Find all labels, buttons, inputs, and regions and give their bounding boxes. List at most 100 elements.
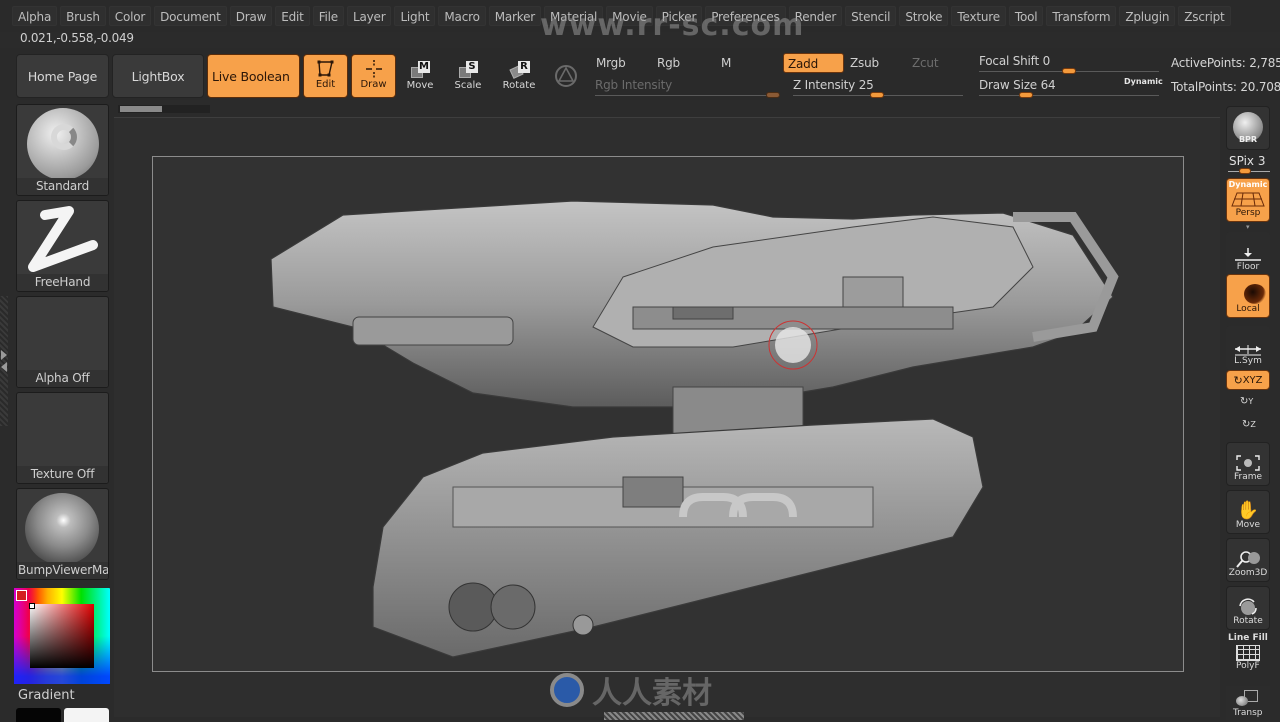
menu-draw[interactable]: Draw — [229, 6, 273, 26]
perspective-grid-icon — [1231, 192, 1265, 207]
spaceship-model[interactable] — [153, 157, 1185, 673]
persp-label: Persp — [1235, 208, 1261, 218]
brush-slot[interactable]: Standard — [16, 104, 109, 196]
scale-button[interactable]: S Scale — [448, 54, 488, 98]
saturation-value-square[interactable] — [30, 604, 94, 668]
frame-button[interactable]: Frame — [1226, 442, 1270, 486]
edit-button[interactable]: Edit — [303, 54, 348, 98]
color-picker[interactable] — [14, 588, 110, 684]
lsym-button[interactable]: L.Sym — [1226, 326, 1270, 370]
rotate-y-button[interactable]: ↻Y — [1240, 396, 1253, 407]
menu-stencil[interactable]: Stencil — [845, 6, 897, 26]
rotate-label: Rotate — [502, 80, 536, 91]
rgb-intensity-slider[interactable] — [595, 95, 780, 96]
rotate-view-label: Rotate — [1233, 616, 1263, 626]
draw-size-slider[interactable] — [979, 95, 1159, 96]
hand-icon: ✋ — [1236, 500, 1260, 521]
dynamic-toggle[interactable]: Dynamic — [1124, 77, 1163, 86]
frame-label: Frame — [1233, 472, 1263, 482]
menu-stroke[interactable]: Stroke — [899, 6, 949, 26]
z-intensity-label: Z Intensity 25 — [793, 78, 874, 92]
zoom3d-button[interactable]: Zoom3D — [1226, 538, 1270, 582]
rotate-view-button[interactable]: Rotate — [1226, 586, 1270, 630]
canvas-scroll-thumb[interactable] — [120, 106, 162, 112]
floor-button[interactable]: Floor — [1226, 232, 1270, 276]
alpha-slot[interactable]: Alpha Off — [16, 296, 109, 388]
material-sphere-icon — [25, 493, 99, 565]
menu-macro[interactable]: Macro — [438, 6, 486, 26]
expand-left-arrow-icon[interactable] — [1, 350, 7, 360]
menu-light[interactable]: Light — [394, 6, 436, 26]
menu-document[interactable]: Document — [154, 6, 227, 26]
polyf-label[interactable]: PolyF — [1236, 661, 1260, 671]
move-view-button[interactable]: ✋ Move — [1226, 490, 1270, 534]
watermark-url: www.rr-sc.com — [540, 8, 805, 43]
mrgb-button[interactable]: Mrgb — [592, 53, 648, 73]
home-page-button[interactable]: Home Page — [16, 54, 109, 98]
persp-button[interactable]: Dynamic Persp — [1226, 178, 1270, 222]
canvas-scrollbar[interactable] — [118, 105, 210, 113]
spix-knob[interactable] — [1239, 168, 1251, 174]
menu-color[interactable]: Color — [108, 6, 152, 26]
menu-brush[interactable]: Brush — [60, 6, 106, 26]
line-fill-label: Line Fill — [1228, 633, 1268, 643]
menu-tool[interactable]: Tool — [1008, 6, 1044, 26]
bottom-tray-handle[interactable] — [604, 712, 744, 720]
menu-marker[interactable]: Marker — [488, 6, 541, 26]
bpr-button[interactable]: BPR — [1226, 106, 1270, 150]
freehand-stroke-icon — [28, 206, 98, 272]
material-slot[interactable]: BumpViewerMat — [16, 488, 109, 580]
rotate-xyz-button[interactable]: ↻ XYZ — [1226, 370, 1270, 390]
color-cursor[interactable] — [29, 603, 35, 609]
menu-edit[interactable]: Edit — [275, 6, 310, 26]
zadd-button[interactable]: Zadd — [783, 53, 844, 73]
document-frame[interactable] — [152, 156, 1184, 672]
lightbox-button[interactable]: LightBox — [112, 54, 204, 98]
move-icon: M — [409, 60, 431, 80]
floor-label: Floor — [1236, 262, 1260, 272]
scale-label: Scale — [454, 80, 482, 91]
alpha-label: Alpha Off — [17, 370, 108, 387]
edit-label: Edit — [315, 79, 336, 90]
zsub-button[interactable]: Zsub — [846, 53, 902, 73]
left-scroll-strip[interactable] — [0, 296, 8, 426]
gizmo-icon[interactable] — [554, 64, 578, 88]
menu-texture[interactable]: Texture — [951, 6, 1006, 26]
menu-alpha[interactable]: Alpha — [12, 6, 58, 26]
stroke-label: FreeHand — [17, 274, 108, 291]
polyframe-grid-icon[interactable] — [1236, 645, 1260, 661]
draw-size-label: Draw Size 64 — [979, 78, 1056, 92]
main-color-swatch[interactable] — [16, 590, 27, 601]
focal-shift-knob[interactable] — [1062, 68, 1076, 74]
z-intensity-knob[interactable] — [870, 92, 884, 98]
menu-file[interactable]: File — [312, 6, 344, 26]
m-button[interactable]: M — [717, 53, 773, 73]
rgb-intensity-knob[interactable] — [766, 92, 780, 98]
draw-size-knob[interactable] — [1019, 92, 1033, 98]
rotate-z-button[interactable]: ↻Z — [1242, 419, 1256, 430]
menu-transform[interactable]: Transform — [1046, 6, 1117, 26]
frame-icon — [1236, 455, 1260, 471]
brush-label: Standard — [17, 178, 108, 195]
rotate-button[interactable]: R Rotate — [497, 54, 541, 98]
draw-button[interactable]: Draw — [351, 54, 396, 98]
local-button[interactable]: Local — [1226, 274, 1270, 318]
gradient-label[interactable]: Gradient — [18, 688, 75, 703]
menu-zscript[interactable]: Zscript — [1178, 6, 1231, 26]
live-boolean-button[interactable]: Live Boolean — [207, 54, 300, 98]
material-label: BumpViewerMat — [17, 562, 109, 579]
stroke-slot[interactable]: FreeHand — [16, 200, 109, 292]
menu-zplugin[interactable]: Zplugin — [1119, 6, 1176, 26]
collapse-left-arrow-icon[interactable] — [1, 362, 7, 372]
local-pivot-icon — [1244, 284, 1266, 304]
texture-slot[interactable]: Texture Off — [16, 392, 109, 484]
zcut-button[interactable]: Zcut — [908, 53, 958, 73]
move-button[interactable]: M Move — [400, 54, 440, 98]
transp-button[interactable]: Transp — [1226, 686, 1270, 720]
move-view-label: Move — [1235, 520, 1261, 530]
scale-icon: S — [457, 60, 479, 80]
rgb-button[interactable]: Rgb — [653, 53, 709, 73]
persp-dynamic-label: Dynamic — [1228, 180, 1268, 189]
xyz-axis-indicator-icon: ▾ — [1246, 223, 1250, 231]
menu-layer[interactable]: Layer — [346, 6, 392, 26]
